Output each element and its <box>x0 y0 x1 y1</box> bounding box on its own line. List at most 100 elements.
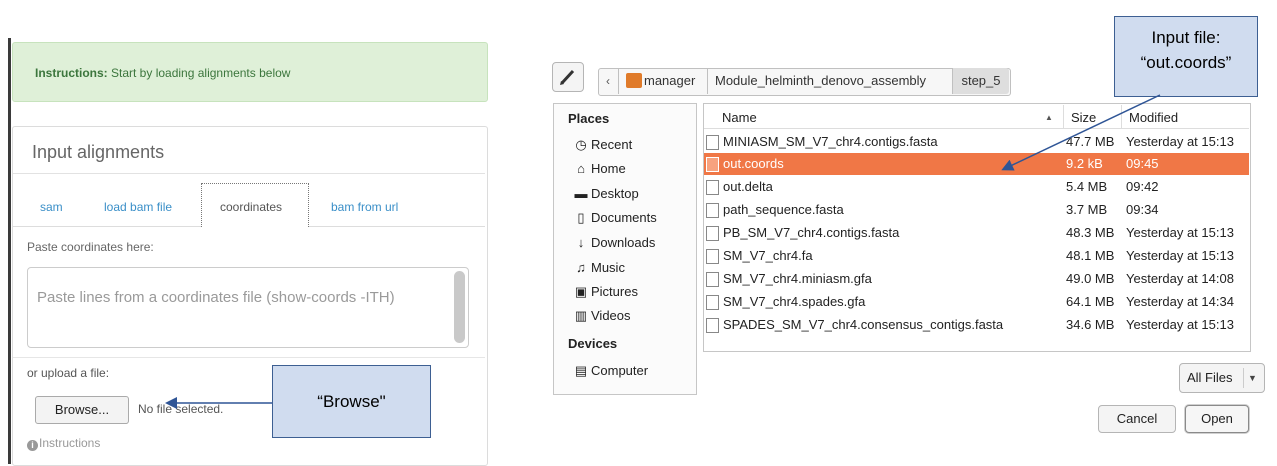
section-divider <box>13 357 485 358</box>
file-modified: Yesterday at 15:13 <box>1126 134 1234 149</box>
file-modified: Yesterday at 15:13 <box>1126 248 1234 263</box>
place-label: Desktop <box>591 186 639 201</box>
place-recent[interactable]: ◷ Recent <box>574 137 632 153</box>
card-title: Input alignments <box>32 142 165 162</box>
header-divider <box>704 128 1249 129</box>
tab-bam-from-url[interactable]: bam from url <box>331 200 398 214</box>
computer-icon: ▤ <box>574 363 588 378</box>
file-row[interactable]: SM_V7_chr4.miniasm.gfa 49.0 MB Yesterday a… <box>704 268 1249 290</box>
file-size: 3.7 MB <box>1066 202 1108 217</box>
file-row[interactable]: SM_V7_chr4.spades.gfa 64.1 MB Yesterday at… <box>704 291 1249 313</box>
file-icon <box>706 180 719 195</box>
path-back-button[interactable]: ‹ <box>598 68 619 94</box>
place-desktop[interactable]: ▬ Desktop <box>574 186 639 201</box>
file-name: MINIASM_SM_V7_chr4.contigs.fasta <box>723 134 938 149</box>
file-size: 5.4 MB <box>1066 179 1108 194</box>
file-row[interactable]: SM_V7_chr4.fa 48.1 MB Yesterday at 15:13 <box>704 245 1249 267</box>
callout-line-1: Input file: <box>1151 28 1221 47</box>
file-name: SM_V7_chr4.spades.gfa <box>723 294 866 309</box>
cancel-button[interactable]: Cancel <box>1098 405 1176 433</box>
textarea-scrollbar[interactable] <box>454 271 465 343</box>
file-row[interactable]: path_sequence.fasta 3.7 MB 09:34 <box>704 199 1249 221</box>
pencil-icon <box>560 69 575 85</box>
instructions-link-label: Instructions <box>39 436 101 450</box>
file-icon <box>706 249 719 264</box>
place-downloads[interactable]: ↓ Downloads <box>574 235 656 250</box>
file-icon <box>706 135 719 150</box>
file-row[interactable]: SPADES_SM_V7_chr4.consensus_contigs.fast… <box>704 314 1249 336</box>
file-modified: 09:45 <box>1126 156 1159 171</box>
file-type-filter[interactable]: All Files ▼ <box>1179 363 1265 393</box>
instructions-link[interactable]: i Instructions <box>27 436 100 451</box>
file-row[interactable]: out.delta 5.4 MB 09:42 <box>704 176 1249 198</box>
type-location-button[interactable] <box>552 62 584 92</box>
sort-ascending-icon: ▲ <box>1045 113 1053 122</box>
file-name: PB_SM_V7_chr4.contigs.fasta <box>723 225 900 240</box>
file-modified: Yesterday at 15:13 <box>1126 317 1234 332</box>
instructions-alert: Instructions: Start by loading alignment… <box>12 42 488 102</box>
file-size: 47.7 MB <box>1066 134 1115 149</box>
file-size: 49.0 MB <box>1066 271 1115 286</box>
place-videos[interactable]: ▥ Videos <box>574 308 631 324</box>
home-icon: ⌂ <box>577 161 585 176</box>
breadcrumb-divider <box>707 68 708 94</box>
chevron-down-icon: ▼ <box>1248 373 1257 383</box>
place-label: Documents <box>591 210 657 225</box>
paste-coordinates-label: Paste coordinates here: <box>27 240 154 254</box>
breadcrumb-manager[interactable]: manager <box>644 73 695 88</box>
file-icon <box>706 272 719 287</box>
place-music[interactable]: ♫ Music <box>574 260 625 275</box>
file-name: SPADES_SM_V7_chr4.consensus_contigs.fast… <box>723 317 1004 332</box>
file-name: out.delta <box>723 179 773 194</box>
filter-divider <box>1243 368 1244 388</box>
place-label: Music <box>591 260 625 275</box>
page-edge-bar <box>8 38 11 464</box>
column-header-modified[interactable]: Modified <box>1129 110 1178 125</box>
column-header-name[interactable]: Name <box>722 110 757 125</box>
file-row[interactable]: PB_SM_V7_chr4.contigs.fasta 48.3 MB Yester… <box>704 222 1249 244</box>
open-button[interactable]: Open <box>1185 405 1249 433</box>
column-header-size[interactable]: Size <box>1071 110 1096 125</box>
file-size: 34.6 MB <box>1066 317 1115 332</box>
instructions-text: Start by loading alignments below <box>107 66 291 80</box>
file-name: SM_V7_chr4.fa <box>723 248 813 263</box>
info-icon: i <box>27 440 38 451</box>
place-pictures[interactable]: ▣ Pictures <box>574 284 638 300</box>
breadcrumb-step[interactable]: step_5 <box>953 68 1009 94</box>
tab-load-bam-file[interactable]: load bam file <box>104 200 172 214</box>
file-name: path_sequence.fasta <box>723 202 844 217</box>
callout-line-2: “out.coords” <box>1140 53 1232 72</box>
column-divider <box>1121 105 1122 128</box>
file-size: 48.1 MB <box>1066 248 1115 263</box>
file-modified: 09:34 <box>1126 202 1159 217</box>
home-folder-icon <box>626 73 642 88</box>
document-icon: ▯ <box>577 210 585 225</box>
column-divider <box>1063 105 1064 128</box>
no-file-selected-text: No file selected. <box>138 402 224 416</box>
place-home[interactable]: ⌂ Home <box>574 161 626 176</box>
browse-callout: “Browse" <box>272 365 431 438</box>
tab-sam[interactable]: sam <box>40 200 63 214</box>
file-icon <box>706 318 719 333</box>
file-size: 48.3 MB <box>1066 225 1115 240</box>
breadcrumb-module[interactable]: Module_helminth_denovo_assembly <box>715 73 926 88</box>
file-name: SM_V7_chr4.miniasm.gfa <box>723 271 872 286</box>
file-icon <box>706 226 719 241</box>
file-size: 9.2 kB <box>1066 156 1103 171</box>
file-modified: Yesterday at 14:34 <box>1126 294 1234 309</box>
file-modified: Yesterday at 14:08 <box>1126 271 1234 286</box>
file-icon <box>706 203 719 218</box>
file-row-selected[interactable]: out.coords 9.2 kB 09:45 <box>704 153 1249 175</box>
file-row[interactable]: MINIASM_SM_V7_chr4.contigs.fasta 47.7 MB Y… <box>704 131 1249 153</box>
tab-coordinates-label: coordinates <box>220 200 283 214</box>
file-modified: Yesterday at 15:13 <box>1126 225 1234 240</box>
place-label: Downloads <box>591 235 656 250</box>
place-label: Videos <box>591 308 631 323</box>
place-documents[interactable]: ▯ Documents <box>574 210 657 226</box>
input-file-callout: Input file: “out.coords” <box>1114 16 1258 97</box>
coordinates-textarea[interactable]: Paste lines from a coordinates file (sho… <box>27 267 469 348</box>
download-icon: ↓ <box>577 235 585 250</box>
place-computer[interactable]: ▤ Computer <box>574 363 648 379</box>
devices-header: Devices <box>568 336 618 351</box>
browse-button[interactable]: Browse... <box>35 396 129 424</box>
